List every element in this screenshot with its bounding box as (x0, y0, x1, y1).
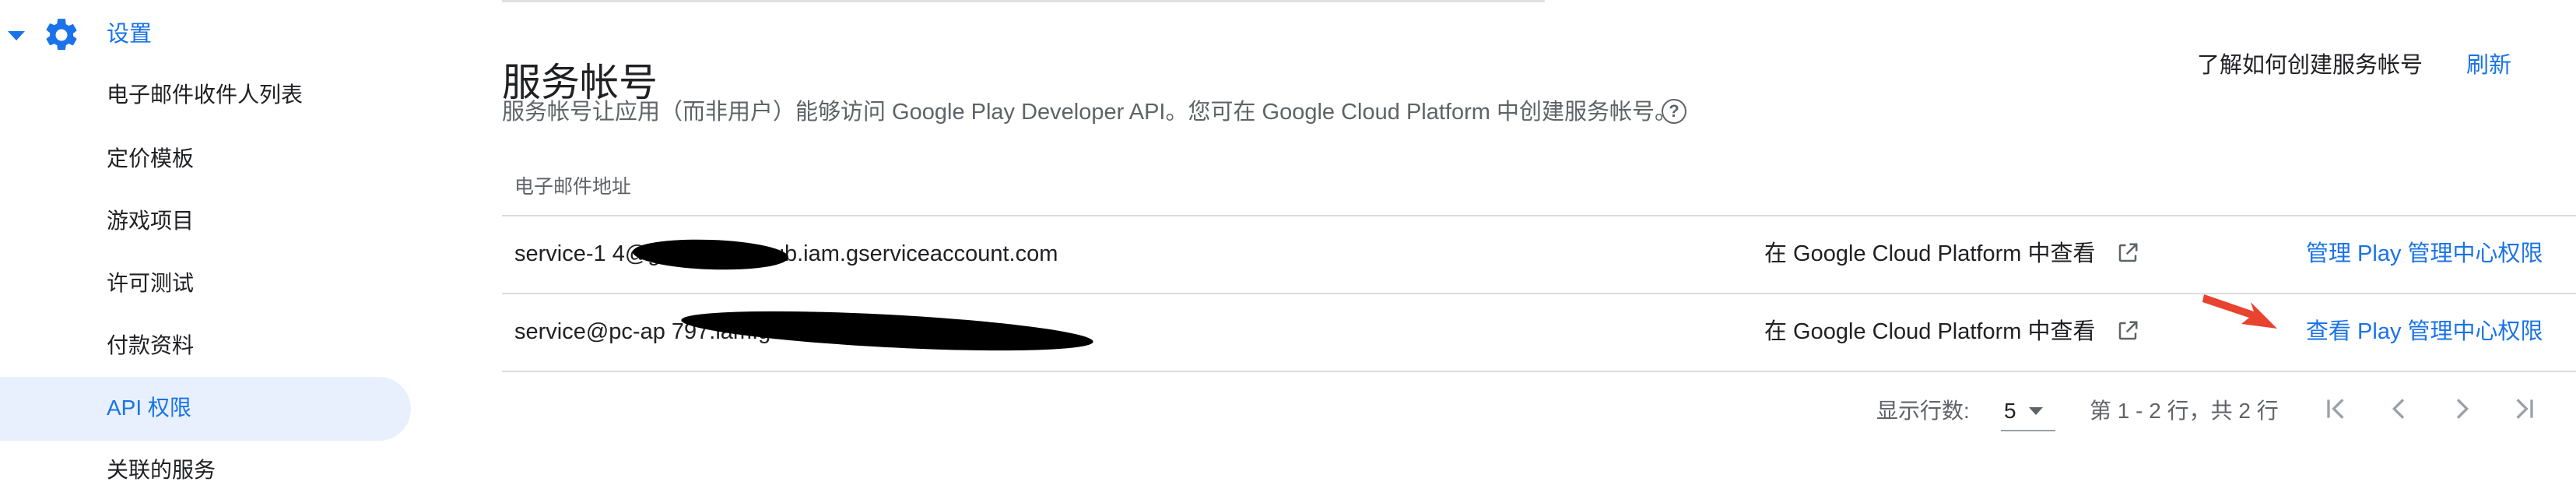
sidebar-item-label: 电子邮件收件人列表 (107, 83, 304, 107)
sidebar-settings-label: 设置 (107, 22, 153, 47)
previous-page-icon[interactable] (2384, 393, 2415, 424)
view-in-gcp-link[interactable]: 在 Google Cloud Platform 中查看 (1764, 238, 2096, 269)
sidebar-item-pricing-templates[interactable]: 定价模板 (0, 128, 411, 192)
next-page-icon[interactable] (2446, 393, 2477, 424)
sidebar-settings-group[interactable]: 设置 (0, 12, 420, 56)
sidebar-item-email-lists[interactable]: 电子邮件收件人列表 (0, 64, 411, 128)
table-row: service-1 4@gcp-sa-pubsub.iam.gserviceac… (502, 216, 2576, 293)
gear-icon (46, 19, 77, 51)
chevron-down-icon[interactable] (8, 31, 25, 40)
help-icon[interactable]: ? (1662, 99, 1686, 124)
open-in-new-icon[interactable] (2116, 319, 2139, 343)
view-in-gcp-link[interactable]: 在 Google Cloud Platform 中查看 (1764, 316, 2096, 347)
page-description: 服务帐号让应用（而非用户）能够访问 Google Play Developer … (502, 100, 1677, 125)
rows-per-page-select[interactable]: 5 (2001, 389, 2055, 431)
sidebar: 设置 电子邮件收件人列表 定价模板 游戏项目 许可测试 付款资料 API 权限 … (0, 0, 420, 495)
pagination-range: 第 1 - 2 行，共 2 行 (2090, 399, 2279, 423)
sidebar-item-label: 许可测试 (107, 271, 195, 295)
sidebar-item-game-projects[interactable]: 游戏项目 (0, 190, 411, 254)
sidebar-item-label: 定价模板 (107, 146, 195, 171)
redaction-mark (680, 304, 1094, 358)
sidebar-item-label: 游戏项目 (107, 209, 195, 233)
first-page-icon[interactable] (2321, 393, 2352, 424)
chevron-down-icon (2029, 407, 2043, 415)
sidebar-item-license-testing[interactable]: 许可测试 (0, 252, 411, 316)
sidebar-item-label: API 权限 (107, 396, 191, 420)
learn-create-service-account-link[interactable]: 了解如何创建服务帐号 (2197, 50, 2423, 81)
sidebar-item-linked-services[interactable]: 关联的服务 (0, 439, 411, 503)
rows-per-page-value: 5 (2004, 399, 2016, 423)
column-header-email: 电子邮件地址 (514, 176, 632, 198)
sidebar-item-label: 关联的服务 (107, 458, 216, 482)
rows-per-page-label: 显示行数: (1876, 399, 1970, 423)
view-permissions-link[interactable]: 查看 Play 管理中心权限 (2306, 316, 2543, 347)
main-content: 服务帐号 了解如何创建服务帐号 刷新 服务帐号让应用（而非用户）能够访问 Goo… (502, 0, 2576, 495)
red-arrow-annotation (2202, 294, 2277, 329)
manage-permissions-link[interactable]: 管理 Play 管理中心权限 (2306, 238, 2543, 269)
divider (502, 371, 2576, 372)
sidebar-item-label: 付款资料 (107, 333, 195, 357)
refresh-button[interactable]: 刷新 (2466, 50, 2511, 81)
divider (502, 0, 1545, 2)
last-page-icon[interactable] (2508, 393, 2539, 424)
open-in-new-icon[interactable] (2116, 241, 2139, 265)
sidebar-item-api-access[interactable]: API 权限 (0, 377, 411, 441)
sidebar-item-payments-profile[interactable]: 付款资料 (0, 315, 411, 378)
